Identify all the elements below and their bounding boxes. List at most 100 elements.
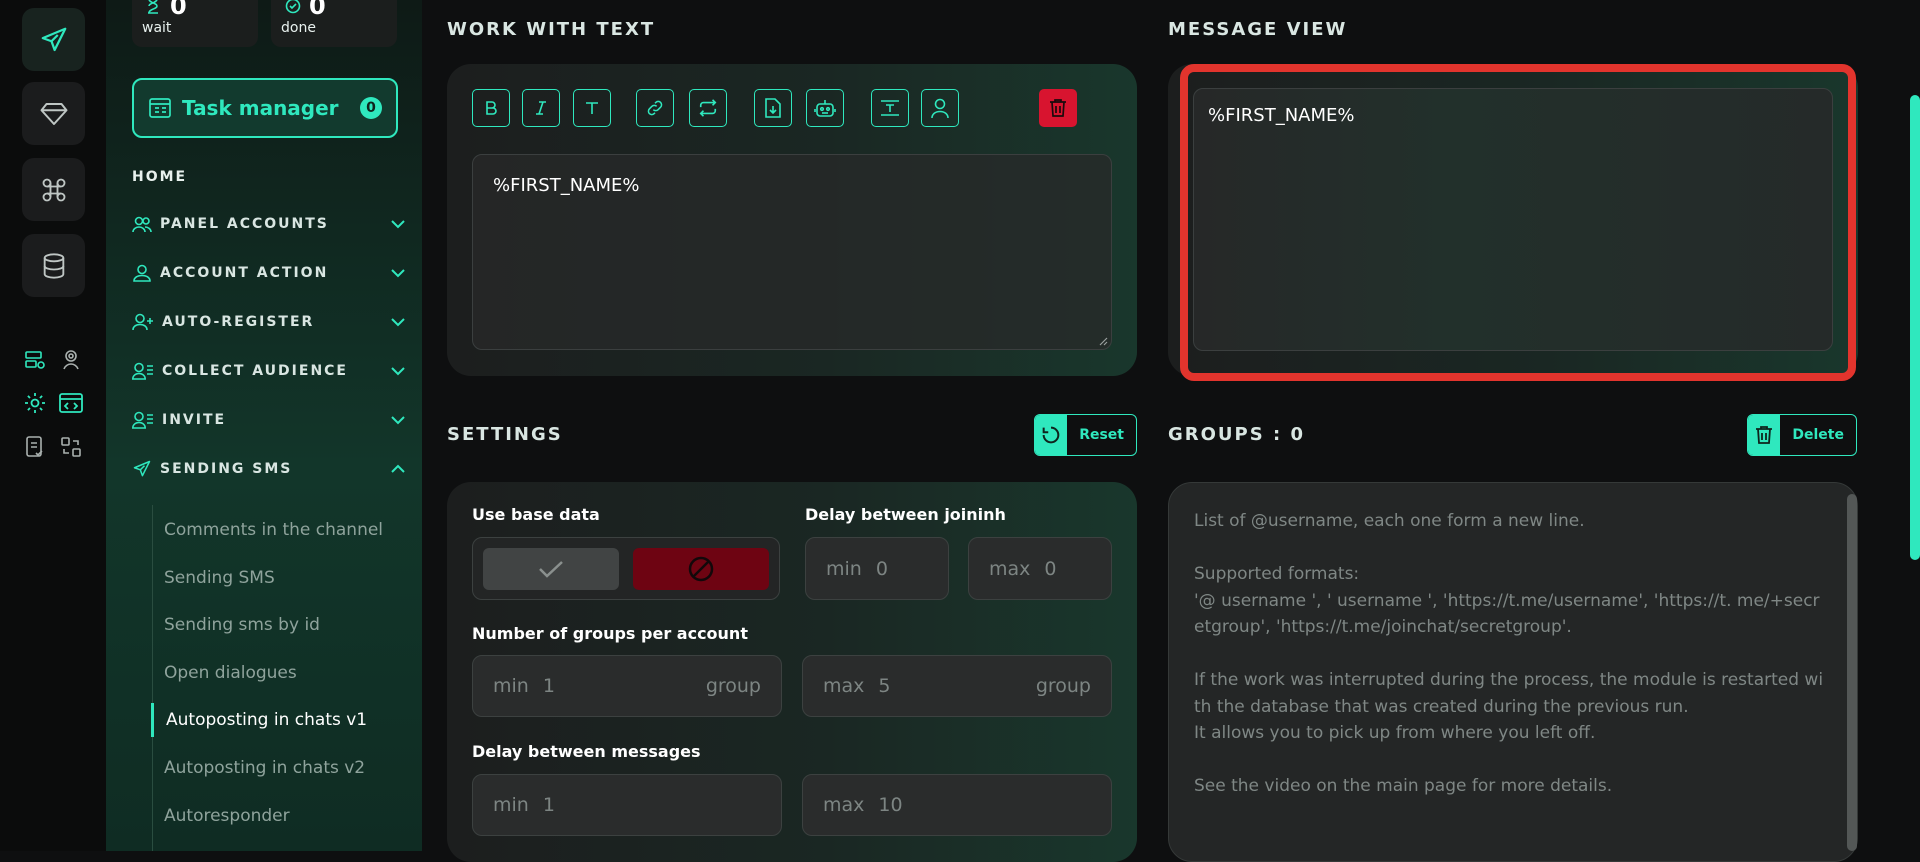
stat-done-label: done: [281, 20, 316, 36]
msg-delay-min-prefix: min: [493, 794, 529, 816]
nav-invite[interactable]: INVITE: [132, 408, 406, 432]
toggle-on-button[interactable]: [483, 548, 619, 590]
sub-item-autoposting-v2[interactable]: Autoposting in chats v2: [152, 751, 402, 785]
resize-handle-icon[interactable]: [1098, 336, 1108, 346]
user-variable-button[interactable]: [921, 89, 959, 127]
trash-icon: [1049, 98, 1067, 118]
rail-command-button[interactable]: [22, 158, 85, 221]
groups-placeholder: List of @username, each one form a new l…: [1194, 511, 1824, 796]
delay-join-min-field[interactable]: min 0: [805, 537, 949, 600]
task-manager-button[interactable]: Task manager 0: [132, 78, 398, 138]
clear-text-button[interactable]: [1039, 89, 1077, 127]
user-plus-icon: [132, 313, 154, 331]
nav-collect-audience[interactable]: COLLECT AUDIENCE: [132, 359, 406, 383]
diamond-icon: [40, 102, 67, 125]
sub-item-sending-sms-by-id[interactable]: Sending sms by id: [152, 608, 402, 642]
delete-button[interactable]: Delete: [1747, 414, 1857, 456]
rail-diamond-button[interactable]: [22, 82, 85, 145]
reset-icon: [1035, 415, 1068, 455]
sidebar: 0 wait 0 done Task manager 0 HOME PANEL …: [106, 0, 422, 851]
nav-panel-accounts[interactable]: PANEL ACCOUNTS: [132, 212, 406, 236]
groups-scrollbar[interactable]: [1847, 494, 1857, 851]
page-scrollbar[interactable]: [1910, 95, 1920, 560]
nav-invite-label: INVITE: [162, 412, 227, 428]
groups-per-account-label: Number of groups per account: [472, 624, 748, 643]
hourglass-icon: [146, 0, 160, 14]
link-icon: [645, 98, 665, 118]
stat-wait: 0 wait: [132, 0, 258, 47]
groups-min-prefix: min: [493, 675, 529, 697]
groups-title: GROUPS : 0: [1168, 424, 1305, 445]
repeat-button[interactable]: [689, 89, 727, 127]
msg-delay-min-field[interactable]: min 1: [472, 774, 782, 836]
message-text-input[interactable]: %FIRST_NAME%: [472, 154, 1112, 350]
sub-item-autoposting-v1[interactable]: Autoposting in chats v1: [151, 703, 401, 737]
task-manager-label: Task manager: [182, 96, 339, 120]
robot-icon: [814, 97, 836, 119]
message-view-title: MESSAGE VIEW: [1168, 19, 1348, 40]
server-settings-icon[interactable]: [22, 347, 48, 373]
bold-button[interactable]: [472, 89, 510, 127]
nav-home[interactable]: HOME: [132, 169, 187, 185]
nav-sending-sms-label: SENDING SMS: [160, 461, 293, 477]
sub-item-autoresponder[interactable]: Autoresponder: [152, 799, 402, 833]
groups-min-field[interactable]: min 1 group: [472, 655, 782, 717]
stat-done: 0 done: [271, 0, 397, 47]
stat-wait-value: 0: [170, 0, 187, 20]
nav-sending-sms[interactable]: SENDING SMS: [132, 457, 406, 481]
msg-delay-min-value: 1: [542, 794, 555, 816]
message-text-value: %FIRST_NAME%: [493, 175, 640, 196]
groups-max-field[interactable]: max 5 group: [802, 655, 1112, 717]
toggle-off-button[interactable]: [633, 548, 769, 590]
rail-send-button[interactable]: [22, 8, 85, 71]
swap-icon[interactable]: [58, 434, 84, 460]
text-align-button[interactable]: [871, 89, 909, 127]
robot-button[interactable]: [806, 89, 844, 127]
msg-delay-max-field[interactable]: max 10: [802, 774, 1112, 836]
user-icon: [930, 97, 950, 119]
task-count-badge: 0: [360, 97, 382, 119]
italic-icon: [532, 99, 550, 117]
reset-button[interactable]: Reset: [1034, 414, 1137, 456]
chevron-down-icon: [390, 268, 406, 278]
nav-collect-audience-label: COLLECT AUDIENCE: [162, 363, 348, 379]
send-icon: [132, 459, 152, 479]
msg-delay-max-value: 10: [878, 794, 903, 816]
delay-join-max-value: 0: [1044, 557, 1057, 580]
text-button[interactable]: [573, 89, 611, 127]
disabled-icon: [687, 555, 715, 583]
sub-item-comments[interactable]: Comments in the channel: [152, 513, 402, 547]
chevron-down-icon: [390, 366, 406, 376]
chevron-down-icon: [390, 219, 406, 229]
user-location-icon[interactable]: [58, 347, 84, 373]
italic-button[interactable]: [522, 89, 560, 127]
sub-item-open-dialogues[interactable]: Open dialogues: [152, 656, 402, 690]
stat-done-value: 0: [309, 0, 326, 20]
groups-max-value: 5: [878, 675, 891, 697]
delay-join-max-field[interactable]: max 0: [968, 537, 1112, 600]
task-board-icon: [148, 96, 172, 120]
nav-auto-register[interactable]: AUTO-REGISTER: [132, 310, 406, 334]
user-list-icon: [132, 362, 154, 380]
gear-icon[interactable]: [22, 390, 48, 416]
trash-icon: [1748, 415, 1781, 455]
link-button[interactable]: [636, 89, 674, 127]
groups-max-suffix: group: [1035, 675, 1091, 697]
groups-min-value: 1: [542, 675, 555, 697]
user-list-icon: [132, 411, 154, 429]
code-window-icon[interactable]: [58, 390, 84, 416]
icon-rail: [0, 0, 106, 851]
rail-database-button[interactable]: [22, 234, 85, 297]
check-circle-icon: [285, 0, 301, 14]
sub-item-sending-sms[interactable]: Sending SMS: [152, 561, 402, 595]
msg-delay-max-prefix: max: [823, 794, 865, 816]
delay-join-max-prefix: max: [989, 557, 1031, 580]
delay-join-label: Delay between joininh: [805, 505, 1006, 524]
groups-min-suffix: group: [705, 675, 761, 697]
nav-panel-accounts-label: PANEL ACCOUNTS: [160, 216, 329, 232]
checklist-icon[interactable]: [22, 434, 48, 460]
file-download-button[interactable]: [754, 89, 792, 127]
repeat-icon: [697, 98, 719, 118]
work-with-text-title: WORK WITH TEXT: [447, 19, 656, 40]
nav-account-action[interactable]: ACCOUNT ACTION: [132, 261, 406, 285]
